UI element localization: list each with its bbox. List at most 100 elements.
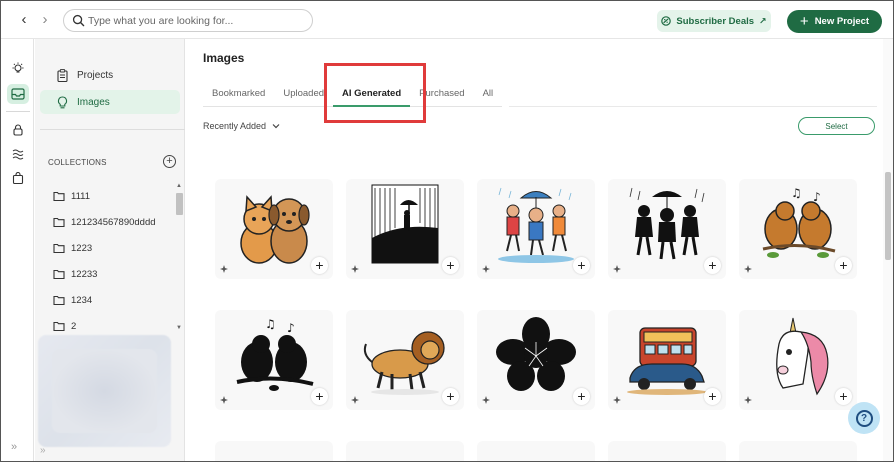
add-to-project-button[interactable]: + <box>573 257 590 274</box>
collection-item[interactable]: 1223 <box>53 235 175 261</box>
back-arrow-icon[interactable]: ‹ <box>17 12 31 28</box>
help-button[interactable]: ? <box>848 402 880 434</box>
tab-purchased[interactable]: Purchased <box>410 85 473 106</box>
folder-icon <box>53 191 65 201</box>
ai-sparkle-icon <box>482 396 490 404</box>
tab-uploaded[interactable]: Uploaded <box>274 85 333 106</box>
inbox-icon[interactable] <box>7 84 29 104</box>
collection-name: 1234 <box>71 294 93 306</box>
external-arrow-icon: ↗ <box>759 15 767 26</box>
children-rain-image <box>498 187 574 263</box>
ai-sparkle-icon <box>613 265 621 273</box>
add-to-project-button[interactable]: + <box>311 257 328 274</box>
collection-item[interactable]: 12233 <box>53 261 175 287</box>
image-card-partial[interactable] <box>215 441 333 461</box>
forward-arrow-icon[interactable]: › <box>38 12 52 28</box>
scroll-thumb[interactable] <box>176 193 183 215</box>
unicorn-image <box>776 317 829 396</box>
collections-scrollbar[interactable]: ▲ ▼ <box>175 183 183 331</box>
promo-card <box>38 335 171 447</box>
image-card-flower-silhouette[interactable]: + <box>477 310 595 410</box>
sidebar-item-images[interactable]: Images <box>40 90 180 114</box>
expand-rail-icon[interactable]: » <box>11 441 17 453</box>
new-project-button[interactable]: + New Project <box>787 10 882 33</box>
image-card-children-dancing-rain[interactable]: + <box>477 179 595 279</box>
folder-icon <box>53 243 65 253</box>
image-card-silhouette-umbrella-rain[interactable]: + <box>346 179 464 279</box>
umbrella-rain-image <box>371 184 439 264</box>
chevron-down-icon <box>272 124 280 129</box>
collection-item[interactable]: 1234 <box>53 287 175 313</box>
image-card-retro-bus-car[interactable]: + <box>608 310 726 410</box>
folder-icon <box>53 217 65 227</box>
sidebar-item-projects[interactable]: Projects <box>40 63 180 87</box>
collection-item[interactable]: 2 <box>53 313 175 333</box>
image-card-children-silhouette-rain[interactable]: + <box>608 179 726 279</box>
add-to-project-button[interactable]: + <box>442 388 459 405</box>
add-to-project-button[interactable]: + <box>573 388 590 405</box>
top-bar: ‹ › Subscriber Deals ↗ + New Project <box>1 1 893 39</box>
lightbulb-icon[interactable] <box>7 59 29 79</box>
image-card-unicorn-head[interactable]: + <box>739 310 857 410</box>
sidebar: Projects Images COLLECTIONS + 1111 12123… <box>35 39 185 461</box>
new-project-label: New Project <box>814 16 870 27</box>
scroll-down-icon[interactable]: ▼ <box>176 325 182 331</box>
svg-text:♪: ♪ <box>287 321 295 335</box>
image-card-birds-singing-branch[interactable]: ♫ ♪ + <box>739 179 857 279</box>
ai-sparkle-icon <box>613 396 621 404</box>
tab-all[interactable]: All <box>474 85 503 106</box>
subscriber-deals-label: Subscriber Deals <box>676 15 755 27</box>
icon-rail: » <box>1 39 34 461</box>
add-to-project-button[interactable]: + <box>835 257 852 274</box>
sidebar-item-label: Projects <box>77 69 114 81</box>
add-collection-icon[interactable]: + <box>163 155 176 168</box>
select-button[interactable]: Select <box>798 117 875 135</box>
collection-name: 12233 <box>71 268 98 280</box>
question-mark-icon: ? <box>855 409 873 427</box>
collection-item[interactable]: 121234567890dddd <box>53 209 175 235</box>
collection-item[interactable]: 1111 <box>53 183 175 209</box>
add-to-project-button[interactable]: + <box>704 257 721 274</box>
tabs-divider <box>509 106 877 107</box>
rail-divider <box>6 111 30 112</box>
flower-image <box>496 317 576 391</box>
subscriber-deals-button[interactable]: Subscriber Deals ↗ <box>657 10 771 32</box>
sidebar-divider <box>40 129 185 130</box>
stack-icon[interactable] <box>7 120 29 140</box>
sort-label: Recently Added <box>203 121 267 131</box>
image-card-cat-and-dog[interactable]: + <box>215 179 333 279</box>
image-card-birds-silhouette-singing[interactable]: ♫ ♪ + <box>215 310 333 410</box>
collection-name: 1111 <box>71 190 91 202</box>
search-input[interactable] <box>88 13 308 29</box>
image-card-partial[interactable] <box>608 441 726 461</box>
page-title: Images <box>203 51 245 65</box>
add-to-project-button[interactable]: + <box>442 257 459 274</box>
add-to-project-button[interactable]: + <box>311 388 328 405</box>
ai-sparkle-icon <box>220 396 228 404</box>
ai-sparkle-icon <box>482 265 490 273</box>
birds-branch-image: ♫ ♪ <box>762 186 836 258</box>
add-to-project-button[interactable]: + <box>835 388 852 405</box>
birds-silhouette-image: ♫ ♪ <box>236 317 314 391</box>
image-card-lion-walking[interactable]: + <box>346 310 464 410</box>
image-tabs: Bookmarked Uploaded AI Generated Purchas… <box>203 85 503 107</box>
sort-dropdown[interactable]: Recently Added <box>203 121 280 131</box>
scroll-up-icon[interactable]: ▲ <box>176 183 182 189</box>
folder-icon <box>53 269 65 279</box>
main-content: Images Bookmarked Uploaded AI Generated … <box>186 39 883 461</box>
expand-sidebar-icon[interactable]: » <box>40 445 46 456</box>
image-card-partial[interactable] <box>477 441 595 461</box>
lightbulb-icon <box>57 95 68 108</box>
image-card-partial[interactable] <box>739 441 857 461</box>
add-to-project-button[interactable]: + <box>704 388 721 405</box>
bus-car-image <box>627 327 707 395</box>
image-card-partial[interactable] <box>346 441 464 461</box>
tab-bookmarked[interactable]: Bookmarked <box>203 85 274 106</box>
wave-icon[interactable] <box>7 144 29 164</box>
tab-ai-generated[interactable]: AI Generated <box>333 85 411 107</box>
main-scroll-thumb[interactable] <box>885 172 891 260</box>
ai-sparkle-icon <box>744 265 752 273</box>
shopping-bag-icon[interactable] <box>7 168 29 188</box>
folder-icon <box>53 321 65 331</box>
search-box[interactable] <box>63 9 313 32</box>
